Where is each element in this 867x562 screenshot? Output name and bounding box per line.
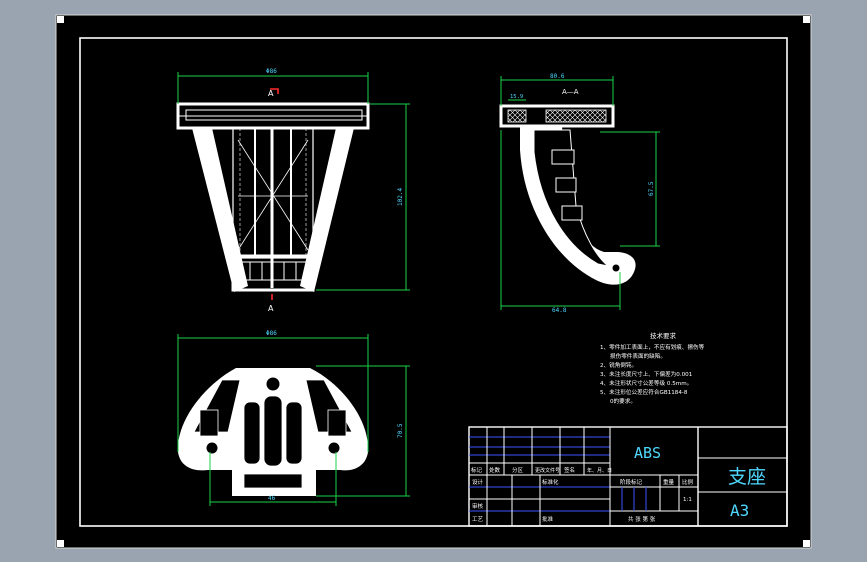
note-line-6: 5、未注形位公差应符合GB1184-8 xyxy=(600,388,688,396)
note-line-5: 4、未注形状尺寸公差等级 0.5mm。 xyxy=(600,379,692,387)
tb-scale-value: 1:1 xyxy=(683,497,692,503)
note-line-3: 2、锐角倒钝。 xyxy=(600,361,637,369)
tb-label-change-doc: 更改文件号 xyxy=(535,467,560,474)
part-title: 支座 xyxy=(728,466,766,488)
dim-side-bottom: 64.8 xyxy=(552,307,567,314)
section-mark-bottom: A xyxy=(268,304,274,313)
note-line-1: 1、零件加工表面上，不应有划痕、擦伤等 xyxy=(600,343,705,351)
dim-bottom-height: 70.5 xyxy=(397,423,404,438)
note-line-2: 损伤零件表面的缺陷。 xyxy=(610,352,666,360)
note-line-4: 3、未注长度尺寸上、下偏差为0.001 xyxy=(600,370,693,378)
dim-bottom-width: Φ86 xyxy=(266,330,277,337)
material-label: ABS xyxy=(634,444,661,462)
tb-label-design: 设计 xyxy=(472,478,484,486)
tb-label-date: 年、月、日 xyxy=(587,467,612,474)
tb-label-count: 处数 xyxy=(489,466,501,474)
tb-label-review: 审核 xyxy=(472,502,484,510)
sheet-size: A3 xyxy=(730,501,749,520)
section-mark-top: A xyxy=(268,89,274,98)
tb-label-sign: 签名 xyxy=(564,466,575,474)
dim-front-width: Φ86 xyxy=(266,68,277,75)
notes-heading: 技术要求 xyxy=(650,331,677,340)
tb-label-approve: 批准 xyxy=(542,515,554,523)
dim-side-width: 80.6 xyxy=(550,73,565,80)
tb-label-stage: 阶段标记 xyxy=(620,478,643,486)
tb-label-scale: 比例 xyxy=(682,478,694,486)
tb-label-zone: 分区 xyxy=(512,466,524,474)
tb-label-mark: 标记 xyxy=(471,466,483,474)
dim-bottom-small: 46 xyxy=(268,495,276,502)
note-line-7: 0的要求。 xyxy=(610,397,636,405)
dim-side-height: 67.5 xyxy=(648,181,655,196)
dim-front-height: 102.4 xyxy=(397,188,404,206)
tb-sheets: 共 张 第 张 xyxy=(628,515,656,523)
tb-label-standard: 标准化 xyxy=(542,478,559,486)
tb-label-craft: 工艺 xyxy=(472,516,484,523)
cad-drawing-canvas: Φ86 102.4 A A 80.6 15.9 A—A 67.5 64.8 Φ8… xyxy=(0,0,867,562)
section-label: A—A xyxy=(562,88,579,96)
tb-label-weight: 重量 xyxy=(663,478,675,486)
dim-side-small: 15.9 xyxy=(510,94,523,100)
